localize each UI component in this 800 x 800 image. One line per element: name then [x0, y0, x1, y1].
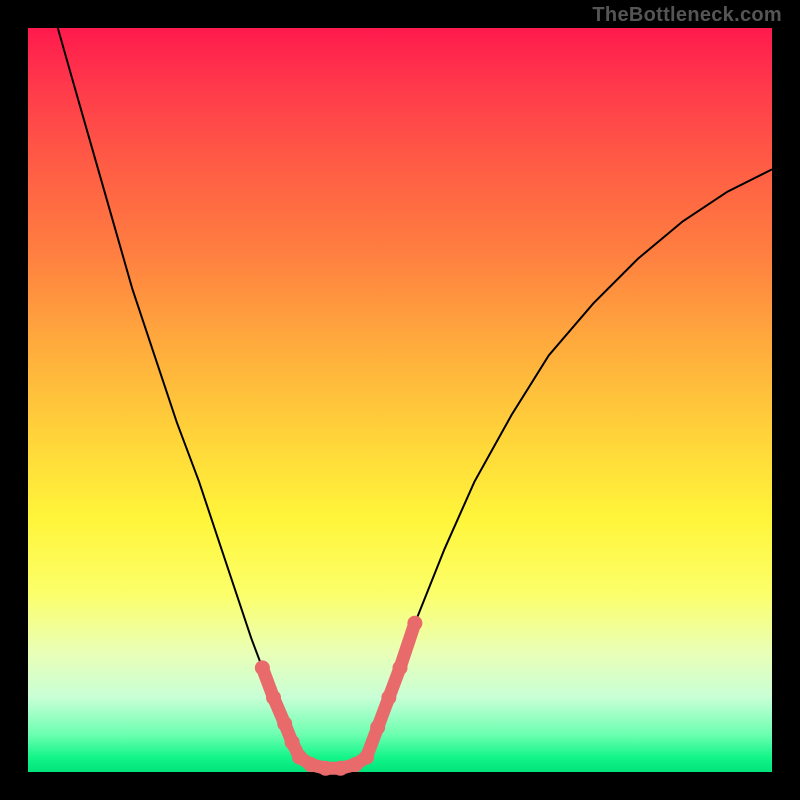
highlight-dot — [393, 660, 408, 675]
pink-highlight — [255, 616, 423, 776]
highlight-dot — [266, 690, 281, 705]
highlight-dot — [359, 750, 374, 765]
watermark-text: TheBottleneck.com — [592, 4, 782, 27]
highlight-dot — [303, 757, 318, 772]
highlight-dot — [370, 720, 385, 735]
plot-area — [28, 28, 772, 772]
curve-layer — [28, 28, 772, 772]
bottleneck-curve — [58, 28, 772, 768]
outer-frame: TheBottleneck.com — [0, 0, 800, 800]
highlight-dot — [277, 716, 292, 731]
highlight-dot — [407, 616, 422, 631]
highlight-dot — [285, 735, 300, 750]
highlight-dot — [381, 690, 396, 705]
highlight-dot — [255, 660, 270, 675]
highlight-dot — [333, 761, 348, 776]
black-curves — [58, 28, 772, 768]
highlight-dot — [318, 761, 333, 776]
